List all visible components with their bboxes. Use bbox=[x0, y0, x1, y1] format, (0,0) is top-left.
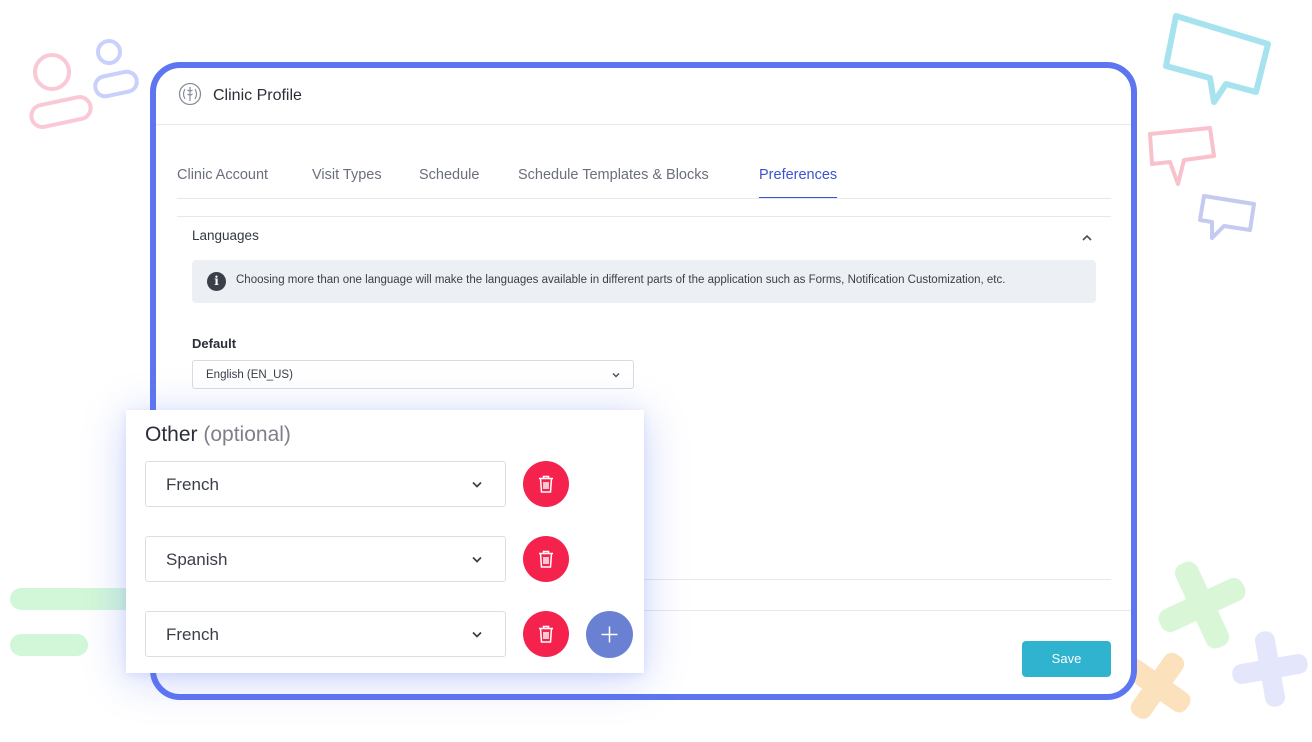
other-languages-title: Other (optional) bbox=[145, 423, 291, 447]
other-language-value: French bbox=[166, 475, 219, 494]
default-language-label: Default bbox=[192, 336, 237, 351]
trash-icon bbox=[539, 550, 553, 568]
other-languages-panel: Other (optional) French Spanish French bbox=[126, 410, 644, 673]
tab-schedule-templates-blocks[interactable]: Schedule Templates & Blocks bbox=[518, 167, 709, 197]
chevron-down-icon bbox=[472, 556, 482, 563]
delete-language-button[interactable] bbox=[523, 611, 569, 657]
decorative-people-icon bbox=[29, 39, 139, 129]
other-language-select[interactable]: Spanish bbox=[145, 536, 506, 582]
save-button[interactable]: Save bbox=[1022, 641, 1111, 677]
trash-icon bbox=[539, 475, 553, 493]
default-language-value: English (EN_US) bbox=[206, 369, 293, 381]
optional-label: (optional) bbox=[203, 423, 291, 446]
chevron-down-icon bbox=[612, 373, 620, 378]
other-language-select[interactable]: French bbox=[145, 611, 506, 657]
card-header: Clinic Profile bbox=[156, 68, 1131, 125]
tab-clinic-account[interactable]: Clinic Account bbox=[177, 167, 268, 197]
other-title-text: Other bbox=[145, 423, 198, 446]
default-language-select[interactable]: English (EN_US) bbox=[192, 360, 634, 389]
section-divider bbox=[177, 216, 1111, 217]
decorative-plus-shapes-icon bbox=[1124, 561, 1308, 719]
other-language-value: French bbox=[166, 625, 219, 644]
page-title: Clinic Profile bbox=[213, 87, 302, 104]
info-banner: i Choosing more than one language will m… bbox=[192, 260, 1096, 303]
info-icon: i bbox=[207, 272, 226, 291]
clinic-logo-icon bbox=[178, 82, 202, 106]
other-language-value: Spanish bbox=[166, 550, 228, 569]
plus-icon bbox=[601, 626, 618, 643]
tab-visit-types[interactable]: Visit Types bbox=[312, 167, 382, 197]
languages-section-title[interactable]: Languages bbox=[192, 228, 259, 243]
add-language-button[interactable] bbox=[586, 611, 633, 658]
other-language-select[interactable]: French bbox=[145, 461, 506, 507]
chevron-up-icon[interactable] bbox=[1081, 233, 1093, 243]
tab-preferences[interactable]: Preferences bbox=[759, 167, 838, 198]
chevron-down-icon bbox=[472, 631, 482, 638]
delete-language-button[interactable] bbox=[523, 461, 569, 507]
chevron-down-icon bbox=[472, 481, 482, 488]
decorative-chat-bubbles-icon bbox=[1148, 13, 1271, 240]
trash-icon bbox=[539, 625, 553, 643]
tab-bar: Clinic Account Visit Types Schedule Sche… bbox=[177, 163, 1111, 199]
delete-language-button[interactable] bbox=[523, 536, 569, 582]
info-text: Choosing more than one language will mak… bbox=[236, 274, 1006, 286]
tab-schedule[interactable]: Schedule bbox=[419, 167, 479, 197]
